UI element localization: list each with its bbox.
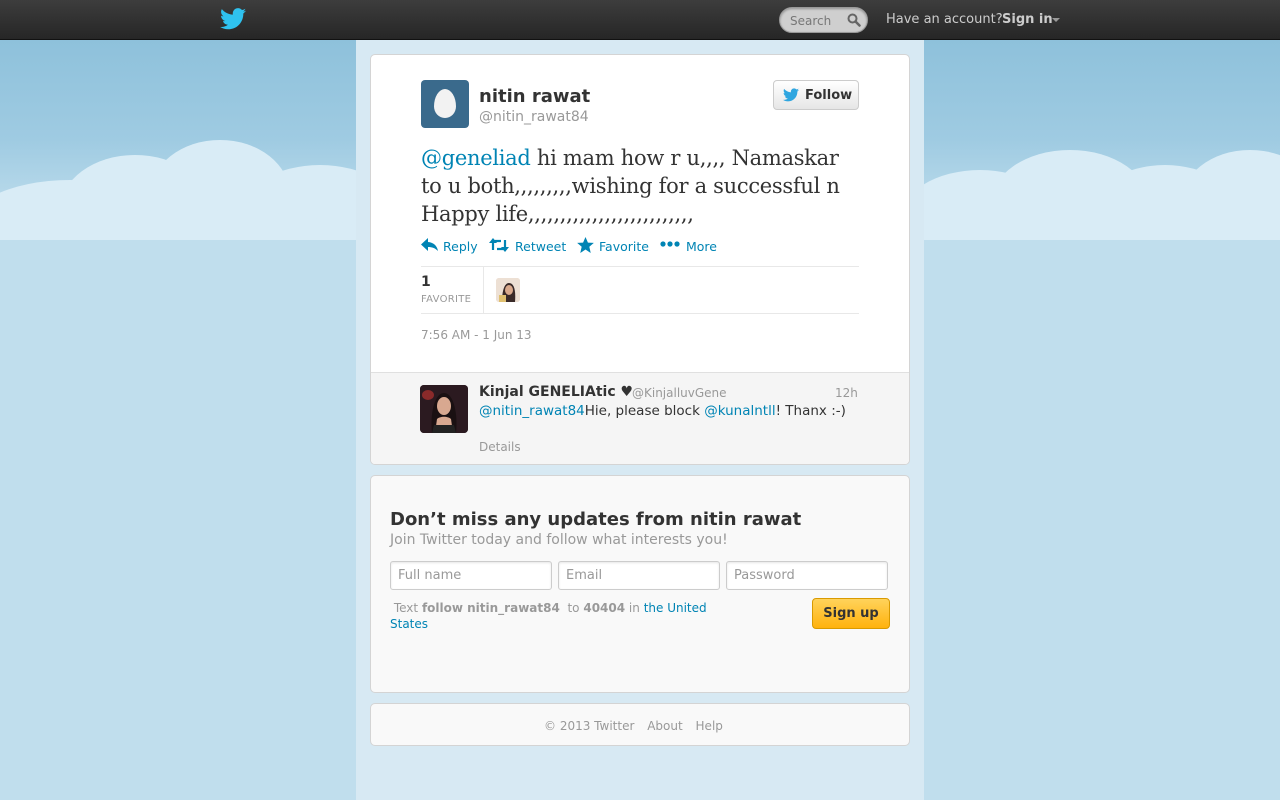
sign-in-link[interactable]: Sign in (1002, 12, 1053, 27)
search-box (779, 7, 868, 33)
reply-body: Hie, please block (584, 403, 705, 419)
tweet-text: @geneliad hi mam how r u,,,, Namaskar to… (421, 144, 861, 228)
reply-label: Reply (443, 239, 478, 254)
retweet-icon (489, 238, 509, 252)
reply-action[interactable]: Reply (421, 236, 481, 256)
reply-time[interactable]: 12h (835, 386, 858, 400)
twitter-bird-icon (783, 88, 799, 102)
caret-down-icon[interactable] (1052, 18, 1060, 22)
reply-author-name[interactable]: Kinjal GENELIAtic ♥ (479, 384, 633, 400)
more-action[interactable]: More (660, 236, 720, 256)
reply-details-link[interactable]: Details (479, 440, 521, 454)
footer: © 2013 Twitter About Help (370, 703, 910, 746)
help-link[interactable]: Help (696, 719, 723, 733)
footer-links: © 2013 Twitter About Help (544, 719, 732, 733)
email-field[interactable] (558, 561, 720, 590)
tweet-stats: 1 FAVORITE (421, 266, 859, 314)
password-field[interactable] (726, 561, 888, 590)
favorite-label: Favorite (599, 239, 649, 254)
copyright: © 2013 Twitter (544, 719, 635, 733)
sign-up-button[interactable]: Sign up (812, 598, 890, 629)
sms-to: to (567, 601, 580, 615)
reply-mention-link[interactable]: @nitin_rawat84 (479, 403, 585, 419)
retweet-action[interactable]: Retweet (489, 236, 567, 256)
reply-tweet: Kinjal GENELIAtic ♥ @KinjalluvGene 12h @… (371, 372, 909, 464)
have-account-text: Have an account? (886, 12, 1003, 27)
top-bar: Have an account? Sign in (0, 0, 1280, 40)
favorites-count[interactable]: 1 (421, 274, 431, 290)
stats-divider (483, 267, 484, 314)
retweet-label: Retweet (515, 239, 567, 254)
sms-command: follow nitin_rawat84 (421, 601, 560, 615)
author-handle[interactable]: @nitin_rawat84 (479, 109, 589, 125)
sms-in: in (628, 601, 640, 615)
sms-follow-text: Text follow nitin_rawat84 to 40404 in th… (390, 600, 730, 632)
sms-text-word: Text (393, 601, 419, 615)
favoriter-avatar[interactable] (496, 278, 520, 302)
reply-body-end: ! Thanx :-) (775, 403, 846, 419)
follow-label: Follow (805, 88, 853, 103)
reply-icon (421, 238, 438, 251)
twitter-bird-icon[interactable] (220, 8, 246, 30)
search-input[interactable] (790, 13, 846, 29)
signup-subtitle: Join Twitter today and follow what inter… (390, 532, 728, 548)
favorite-action[interactable]: Favorite (577, 236, 653, 256)
author-name[interactable]: nitin rawat (479, 86, 590, 107)
signup-card: Don’t miss any updates from nitin rawat … (370, 475, 910, 693)
reply-avatar-image (420, 385, 468, 433)
author-avatar[interactable] (421, 80, 469, 128)
star-icon (577, 237, 594, 253)
reply-author-handle[interactable]: @KinjalluvGene (632, 386, 727, 400)
egg-icon (434, 89, 456, 118)
reply-text: @nitin_rawat84Hie, please block @kunalnt… (479, 402, 849, 420)
reply-mention-link[interactable]: @kunalntll (704, 403, 775, 419)
signup-title: Don’t miss any updates from nitin rawat (390, 509, 802, 530)
reply-author-avatar[interactable] (420, 385, 468, 433)
sms-number: 40404 (583, 601, 626, 615)
about-link[interactable]: About (647, 719, 682, 733)
magnifier-icon[interactable] (847, 13, 861, 27)
tweet-timestamp[interactable]: 7:56 AM - 1 Jun 13 (421, 328, 532, 342)
tweet-card: nitin rawat @nitin_rawat84 Follow @genel… (370, 54, 910, 465)
tweet-mention-link[interactable]: @geneliad (421, 146, 531, 170)
follow-button[interactable]: Follow (773, 80, 859, 110)
favoriter-avatar-image (496, 278, 520, 302)
more-dots-icon (660, 241, 680, 247)
full-name-field[interactable] (390, 561, 552, 590)
favorites-label: FAVORITE (421, 294, 472, 305)
more-label: More (686, 239, 717, 254)
